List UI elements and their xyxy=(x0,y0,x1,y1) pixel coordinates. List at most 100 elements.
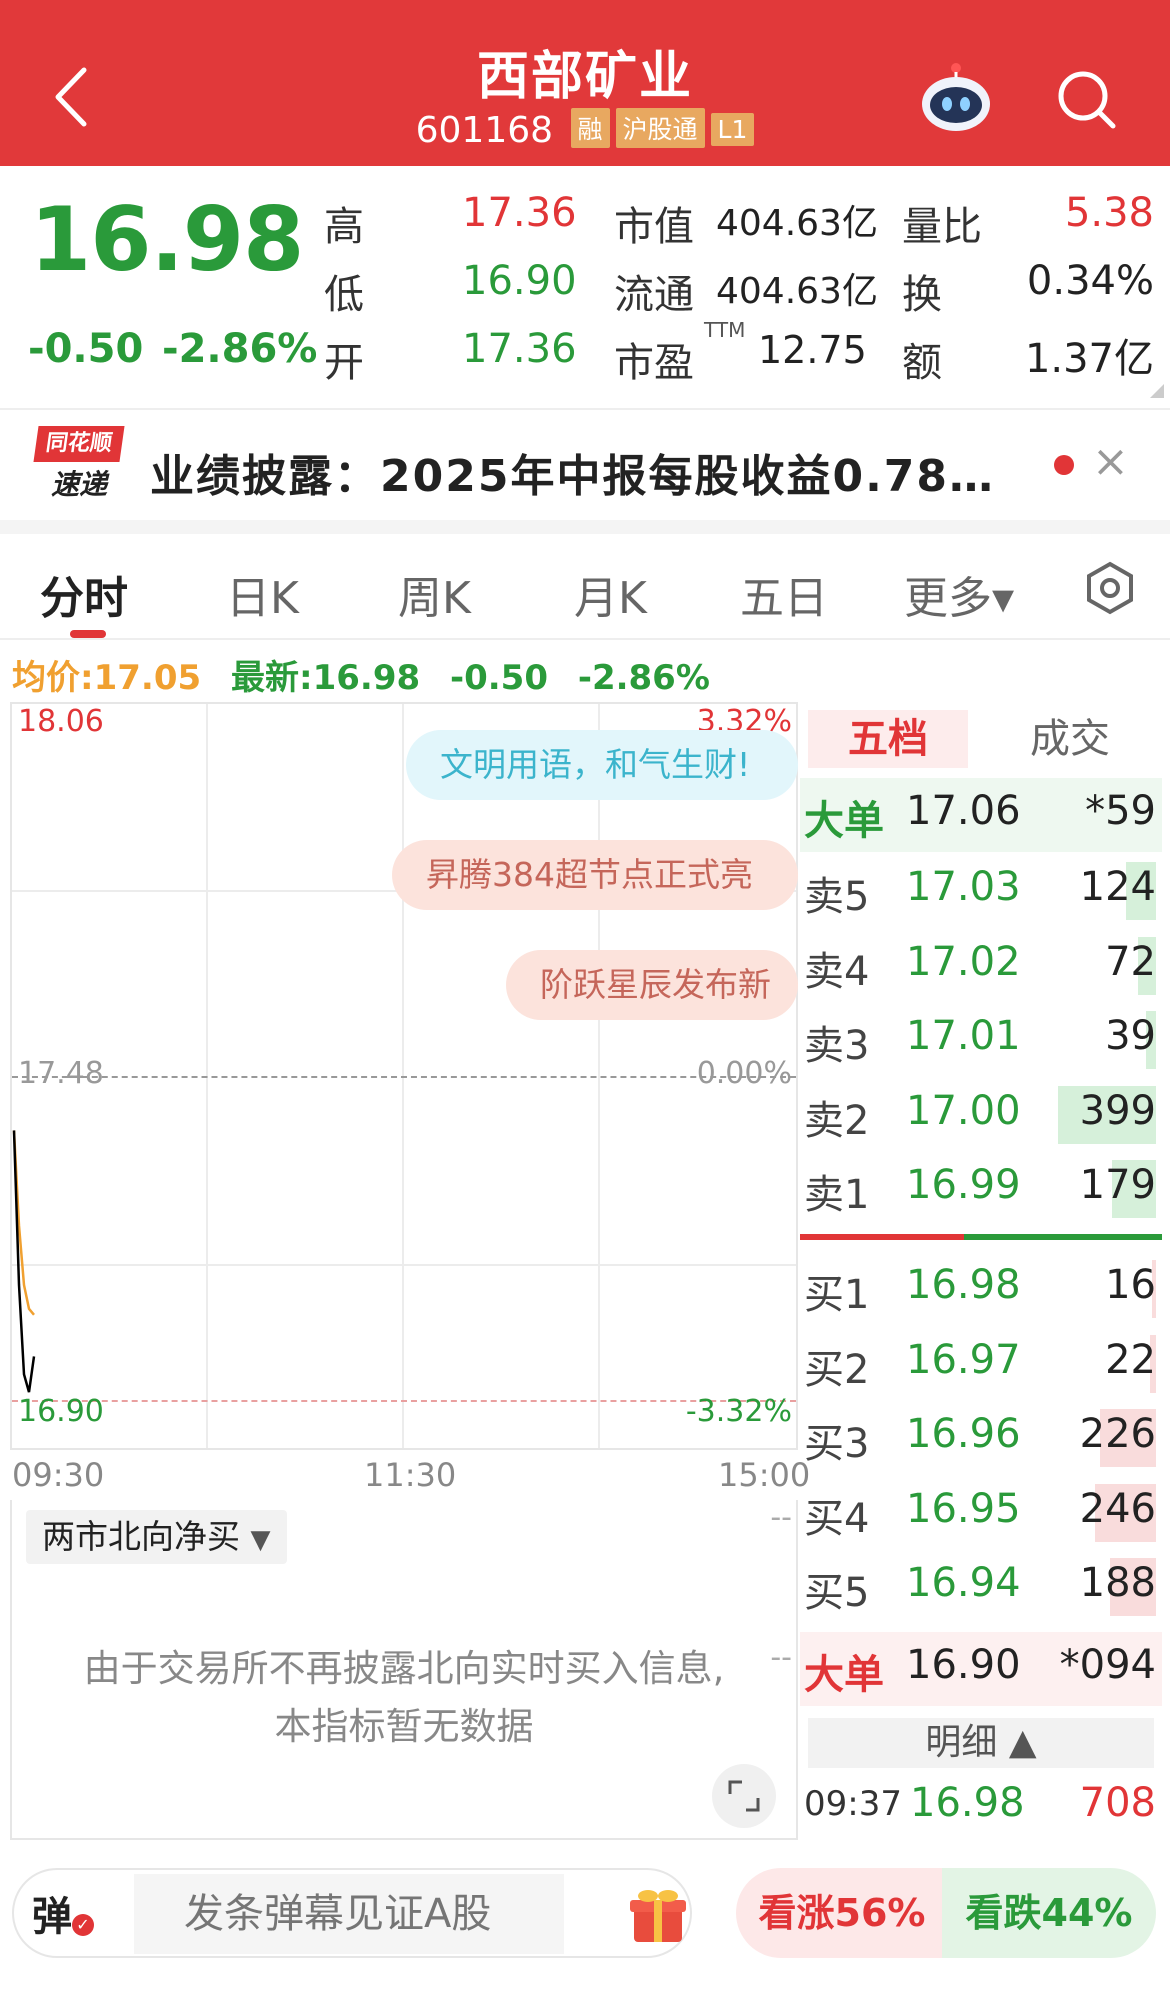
indicator-select[interactable]: 两市北向净买 ▼ xyxy=(26,1510,287,1564)
x-tick: 15:00 xyxy=(718,1456,811,1494)
trade-time: 09:37 xyxy=(804,1784,902,1824)
level-price: 16.95 xyxy=(906,1485,1021,1532)
news-text[interactable]: 业绩披露：2025年中报每股收益0.78… xyxy=(150,440,995,504)
tab-monthly-k[interactable]: 月K xyxy=(574,562,647,626)
stock-name: 西部矿业 xyxy=(476,47,693,107)
price-change-pct: -2.86% xyxy=(162,326,318,372)
bid-ask-ratio-red xyxy=(800,1234,964,1240)
level-volume: 246 xyxy=(1079,1485,1156,1532)
level-volume: 39 xyxy=(1105,1013,1156,1059)
ask-row[interactable]: 卖1 16.99 179 xyxy=(800,1152,1162,1226)
bid-row[interactable]: 买1 16.98 16 xyxy=(800,1252,1162,1326)
trade-volume: 708 xyxy=(1079,1780,1156,1826)
app-header: 西部矿业 601168 融沪股通 L1 xyxy=(0,0,1170,166)
ask-row[interactable]: 卖4 17.02 72 xyxy=(800,929,1162,1003)
bottom-bar: 弹✓ 看涨56% 看跌44% xyxy=(0,1848,1170,1997)
low-value: 16.90 xyxy=(462,258,577,304)
trade-price: 16.98 xyxy=(910,1780,1025,1826)
danmu-input[interactable] xyxy=(134,1874,564,1954)
volume-ratio-value: 5.38 xyxy=(1064,190,1154,236)
ask-row[interactable]: 卖2 17.00 399 xyxy=(800,1078,1162,1152)
no-data-message: 由于交易所不再披露北向实时买入信息, 本指标暂无数据 xyxy=(12,1640,796,1756)
level-volume: 22 xyxy=(1105,1336,1156,1383)
tab-weekly-k[interactable]: 周K xyxy=(398,562,471,626)
x-tick: 09:30 xyxy=(12,1456,105,1494)
tag-level: L1 xyxy=(710,113,755,146)
big-order-label: 大单 xyxy=(804,1652,884,1698)
gift-icon[interactable] xyxy=(628,1884,688,1946)
bid-row[interactable]: 买4 16.95 246 xyxy=(800,1476,1162,1550)
tab-five-day[interactable]: 五日 xyxy=(740,562,828,626)
turnover-value: 0.34% xyxy=(1026,258,1154,304)
news-ticker[interactable]: 同花顺 速递 业绩披露：2025年中报每股收益0.78… xyxy=(0,408,1170,520)
amount-label: 额 xyxy=(902,340,942,386)
ask-row[interactable]: 卖5 17.03 124 xyxy=(800,854,1162,928)
pct-axis-bottom: -3.32% xyxy=(685,1394,792,1429)
level-label: 卖2 xyxy=(804,1097,870,1144)
level-price: 17.03 xyxy=(906,864,1021,910)
mktcap-value: 404.63亿 xyxy=(716,203,878,244)
logo-top: 同花顺 xyxy=(33,426,125,462)
tab-more[interactable]: 更多▾ xyxy=(904,562,1014,626)
bid-row[interactable]: 买3 16.96 226 xyxy=(800,1401,1162,1475)
float-label: 流通 xyxy=(614,272,694,318)
corner-expand-icon[interactable] xyxy=(1150,384,1164,398)
high-label: 高 xyxy=(324,204,364,250)
detail-toggle[interactable]: 明细 ▲ xyxy=(808,1718,1154,1768)
pe-label: 市盈 xyxy=(614,340,694,386)
y-axis-bottom: 16.90 xyxy=(18,1394,104,1429)
big-order-volume: *094 xyxy=(1059,1642,1156,1688)
y-axis-top: 18.06 xyxy=(18,704,104,739)
level-label: 买2 xyxy=(804,1346,870,1393)
fullscreen-button[interactable] xyxy=(712,1764,776,1828)
level-price: 16.98 xyxy=(906,1262,1021,1308)
bearish-vote-button[interactable]: 看跌44% xyxy=(942,1868,1156,1958)
tab-intraday[interactable]: 分时 xyxy=(40,562,128,626)
bullish-vote-button[interactable]: 看涨56% xyxy=(736,1868,948,1958)
stock-code-line: 601168 融沪股通 L1 xyxy=(0,108,1170,151)
danmu-box: 弹 ✓ xyxy=(12,1868,692,1958)
chat-bubble[interactable]: 阶跃星辰发布新 xyxy=(506,950,798,1020)
settings-hexagon-icon[interactable] xyxy=(1084,560,1136,616)
order-book: 五档 成交 大单 17.06 *59 卖5 17.03 124 卖4 17.02 72 卖3… xyxy=(800,702,1162,1840)
level-label: 卖4 xyxy=(804,948,870,995)
pe-ttm-sup: TTM xyxy=(704,318,746,342)
indicator-select-label: 两市北向净买 xyxy=(42,1517,240,1556)
level-volume: 188 xyxy=(1079,1560,1156,1606)
value-placeholder: -- xyxy=(770,1500,792,1535)
danmu-icon[interactable]: 弹 ✓ xyxy=(32,1884,112,1944)
intraday-chart[interactable]: 18.06 17.48 16.90 3.32% 0.00% -3.32% 文明用… xyxy=(10,702,798,1450)
level-price: 17.00 xyxy=(906,1087,1021,1134)
close-icon[interactable]: × xyxy=(1092,436,1129,487)
chat-bubble[interactable]: 文明用语，和气生财! xyxy=(406,730,798,800)
tab-daily-k[interactable]: 日K xyxy=(226,562,299,626)
level-volume: 124 xyxy=(1079,864,1156,910)
level-volume: 226 xyxy=(1079,1411,1156,1457)
news-unread-dot xyxy=(1054,455,1074,475)
danmu-icon-label: 弹 xyxy=(32,1894,72,1940)
level-label: 卖5 xyxy=(804,874,870,920)
ask-row[interactable]: 卖3 17.01 39 xyxy=(800,1003,1162,1077)
level-price: 16.94 xyxy=(906,1560,1021,1606)
pct-axis-mid: 0.00% xyxy=(696,1056,792,1091)
level-label: 卖1 xyxy=(804,1172,870,1218)
level-label: 买3 xyxy=(804,1421,870,1467)
turnover-label: 换 xyxy=(902,272,942,318)
robot-assistant-icon[interactable] xyxy=(918,60,994,136)
tab-five-levels[interactable]: 五档 xyxy=(808,710,968,768)
tab-trades[interactable]: 成交 xyxy=(990,710,1150,768)
bid-row[interactable]: 买2 16.97 22 xyxy=(800,1327,1162,1401)
chat-bubble[interactable]: 昇腾384超节点正式亮 xyxy=(392,840,798,910)
level-price: 16.97 xyxy=(906,1336,1021,1383)
big-order-label: 大单 xyxy=(804,798,884,844)
no-data-line: 由于交易所不再披露北向实时买入信息, xyxy=(83,1647,725,1690)
open-value: 17.36 xyxy=(462,326,577,372)
level-label: 卖3 xyxy=(804,1023,870,1069)
search-icon[interactable] xyxy=(1053,66,1119,132)
level-price: 16.96 xyxy=(906,1411,1021,1457)
bid-row[interactable]: 买5 16.94 188 xyxy=(800,1550,1162,1624)
price-summary: 均价:17.05 最新:16.98 -0.50 -2.86% xyxy=(12,650,710,699)
big-order-volume: *59 xyxy=(1085,788,1156,834)
level-label: 买5 xyxy=(804,1570,870,1616)
high-value: 17.36 xyxy=(462,190,577,236)
